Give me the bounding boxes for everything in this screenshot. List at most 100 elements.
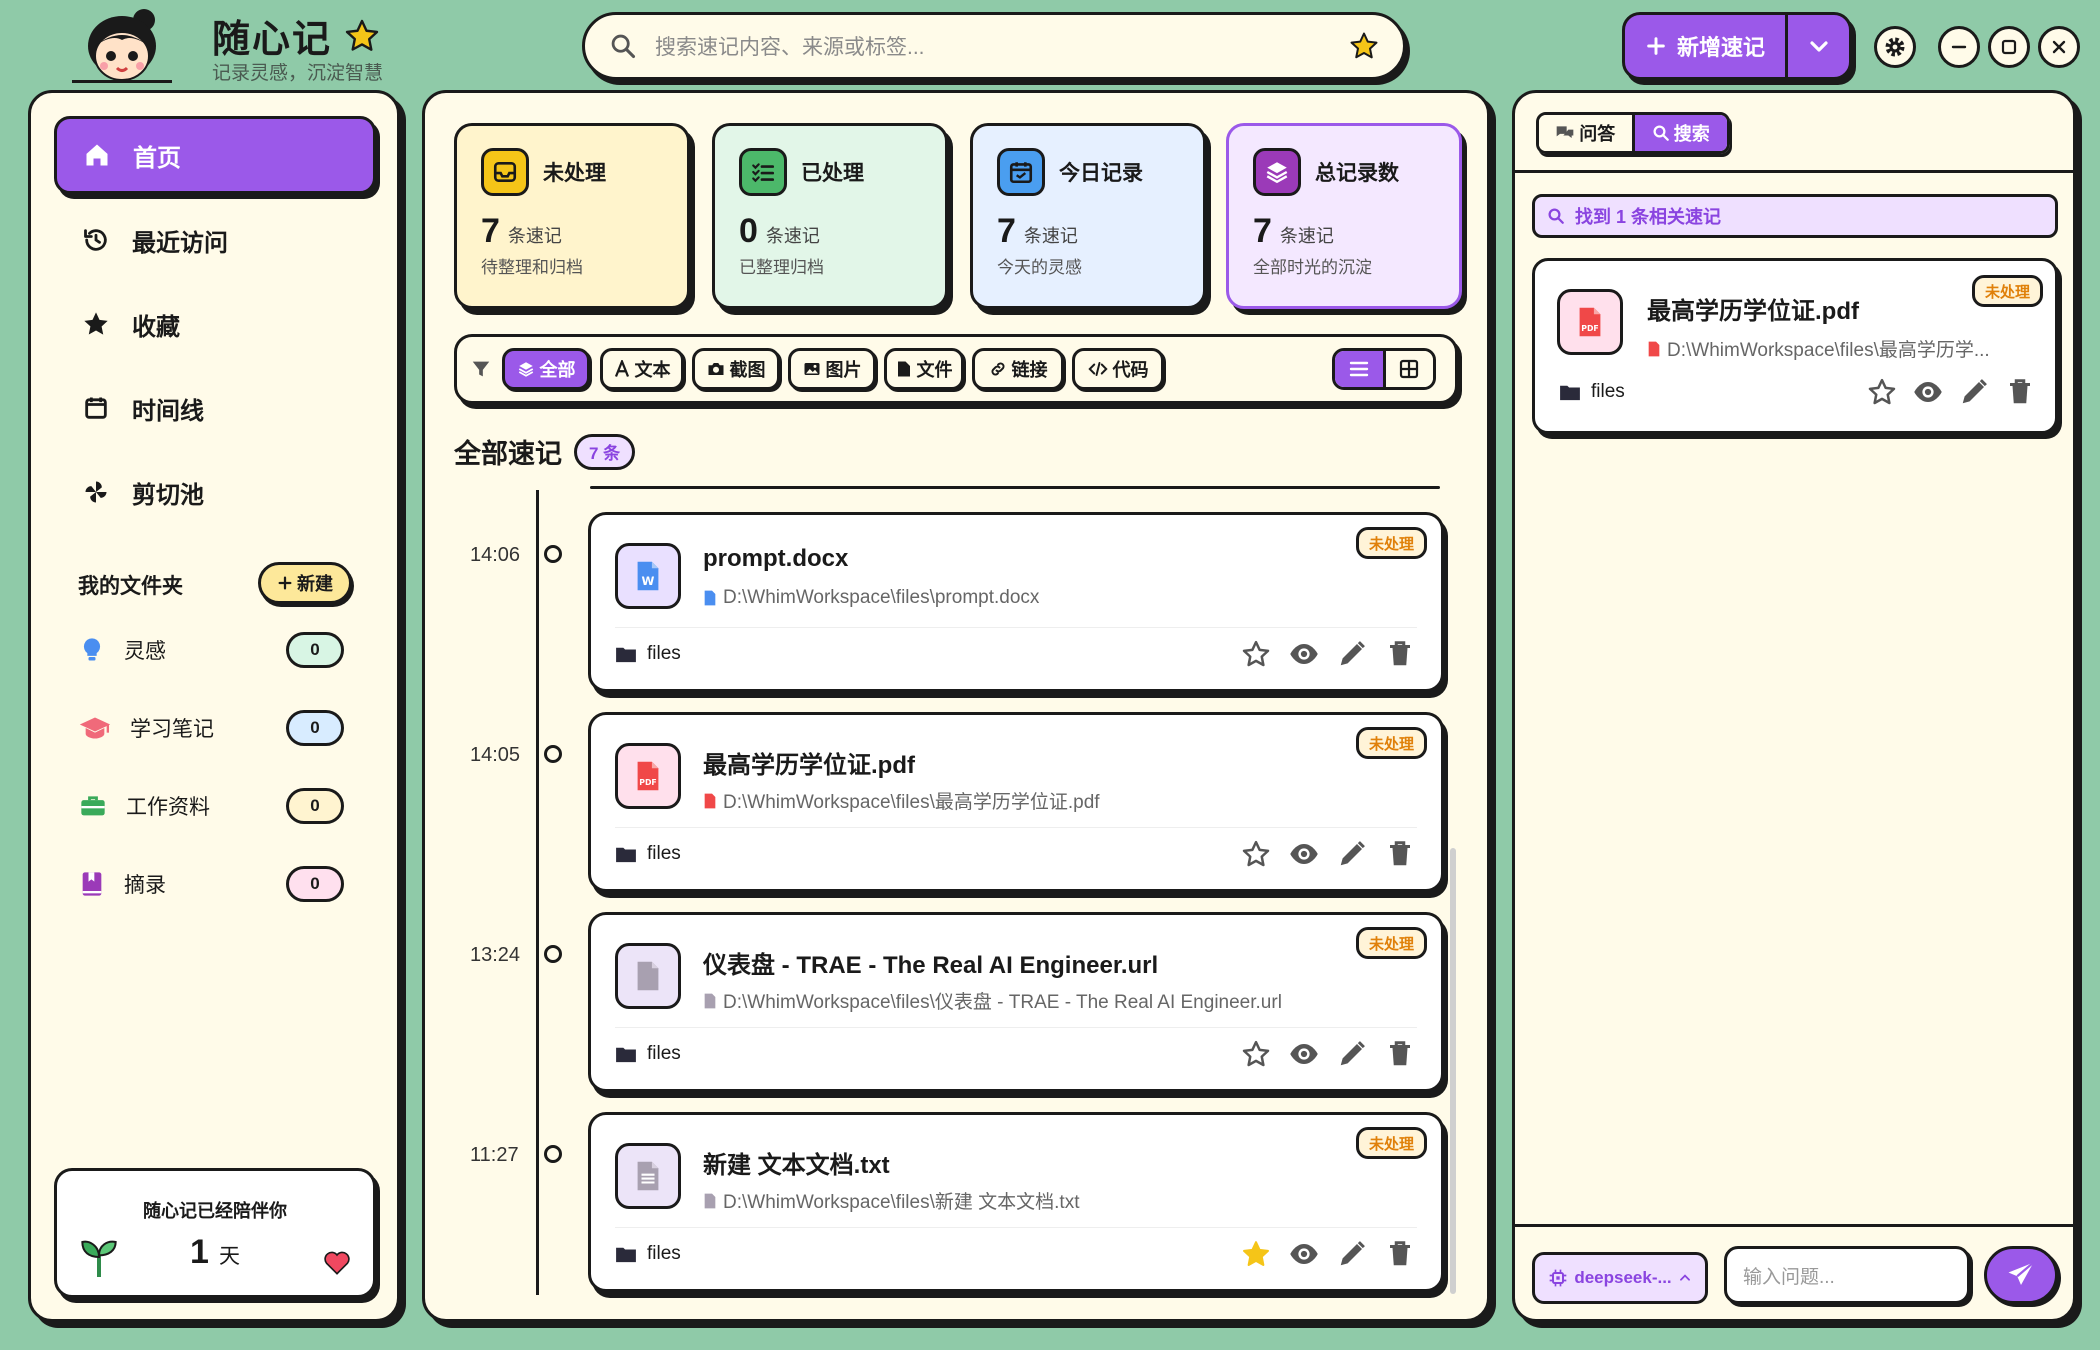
note-folder-name: files (647, 643, 681, 664)
folder-item-excerpts[interactable]: 摘录 (78, 864, 166, 904)
favorite-button[interactable] (1241, 639, 1271, 669)
new-note-dropdown-button[interactable] (1785, 15, 1849, 77)
filter-chip-screenshot[interactable]: 截图 (692, 348, 780, 390)
app-title: 随心记 (212, 8, 380, 63)
eye-icon (1290, 844, 1318, 864)
sidebar-item-recent[interactable]: 最近访问 (82, 220, 228, 260)
folder-name: 灵感 (124, 640, 166, 663)
sidebar-item-favorites[interactable]: 收藏 (82, 304, 180, 344)
plus-icon (277, 575, 293, 591)
model-selector[interactable]: deepseek-... (1532, 1252, 1708, 1304)
stat-value: 7 (997, 212, 1016, 250)
question-input[interactable]: 输入问题... (1724, 1246, 1970, 1304)
filter-icon (470, 358, 492, 380)
view-button[interactable] (1289, 639, 1319, 669)
favorite-button[interactable] (1241, 1239, 1271, 1269)
new-folder-button[interactable]: 新建 (258, 562, 352, 604)
view-button[interactable] (1289, 1239, 1319, 1269)
note-card[interactable]: 仪表盘 - TRAE - The Real AI Engineer.url D:… (588, 912, 1444, 1092)
note-actions (1241, 839, 1415, 869)
sidebar-item-timeline[interactable]: 时间线 (82, 388, 204, 428)
settings-button[interactable] (1874, 26, 1916, 68)
view-button[interactable] (1289, 839, 1319, 869)
delete-button[interactable] (1385, 839, 1415, 869)
stat-unit: 条速记 (1023, 226, 1078, 246)
edit-button[interactable] (1337, 639, 1367, 669)
stat-card-today[interactable]: 今日记录 7 条速记 今天的灵感 (970, 123, 1206, 309)
stat-card-unprocessed[interactable]: 未处理 7 条速记 待整理和归档 (454, 123, 690, 309)
folder-name: 学习笔记 (130, 718, 214, 741)
sidebar-item-home[interactable]: 首页 (54, 116, 376, 194)
stat-card-total[interactable]: 总记录数 7 条速记 全部时光的沉淀 (1226, 123, 1462, 309)
tab-qa[interactable]: 问答 (1539, 115, 1635, 151)
close-button[interactable] (2038, 26, 2080, 68)
favorite-button[interactable] (1241, 1039, 1271, 1069)
filter-chip-link[interactable]: 链接 (972, 348, 1064, 390)
filter-chip-file[interactable]: 文件 (884, 348, 964, 390)
filter-chip-code[interactable]: 代码 (1072, 348, 1164, 390)
note-time: 14:05 (470, 744, 521, 766)
companion-days-unit: 天 (218, 1245, 240, 1268)
stat-unit: 条速记 (507, 226, 562, 246)
search-icon (1653, 125, 1669, 141)
filter-chip-all[interactable]: 全部 (502, 348, 590, 390)
note-card[interactable]: W prompt.docx D:\WhimWorkspace\files\pro… (588, 512, 1444, 692)
minimize-icon (1950, 38, 1968, 56)
search-result-card[interactable]: PDF 最高学历学位证.pdf D:\WhimWorkspace\files\最… (1532, 258, 2058, 434)
timeline-dot (544, 1145, 562, 1163)
new-note-label: 新增速记 (1676, 35, 1765, 60)
gear-icon (1883, 35, 1907, 59)
edit-button[interactable] (1959, 377, 1989, 407)
view-button[interactable] (1913, 377, 1943, 407)
note-path: D:\WhimWorkspace\files\仪表盘 - TRAE - The … (703, 987, 1282, 1014)
link-icon (991, 362, 1004, 376)
home-icon (83, 141, 111, 169)
filter-chip-image[interactable]: 图片 (788, 348, 876, 390)
folder-item-work-materials[interactable]: 工作资料 (78, 786, 210, 826)
svg-text:W: W (642, 574, 655, 588)
card-edge-above (590, 486, 1440, 489)
favorite-button[interactable] (1867, 377, 1897, 407)
search-bar[interactable]: 搜索速记内容、来源或标签... (582, 12, 1406, 80)
delete-button[interactable] (1385, 1039, 1415, 1069)
sidebar-item-clipboard[interactable]: 剪切池 (82, 472, 204, 512)
tab-label: 问答 (1579, 124, 1616, 144)
trash-icon (1390, 841, 1410, 866)
note-title: prompt.docx (703, 545, 849, 572)
timeline-dot (544, 745, 562, 763)
delete-button[interactable] (1385, 639, 1415, 669)
new-note-button[interactable]: 新增速记 (1625, 15, 1785, 77)
status-badge: 未处理 (1355, 1127, 1427, 1159)
scrollbar[interactable] (1450, 848, 1456, 1294)
favorite-star-icon[interactable] (1349, 31, 1379, 61)
plus-icon (1645, 35, 1667, 57)
file-icon (897, 361, 910, 377)
send-button[interactable] (1984, 1246, 2058, 1304)
svg-text:PDF: PDF (639, 778, 657, 787)
list-count-badge: 7 条 (574, 433, 636, 470)
edit-button[interactable] (1337, 1239, 1367, 1269)
filter-chip-text[interactable]: 文本 (600, 348, 684, 390)
favorite-button[interactable] (1241, 839, 1271, 869)
minimize-button[interactable] (1938, 26, 1980, 68)
divider (615, 627, 1417, 628)
tab-search[interactable]: 搜索 (1634, 115, 1727, 151)
search-input[interactable]: 搜索速记内容、来源或标签... (655, 31, 1331, 61)
note-card[interactable]: 新建 文本文档.txt D:\WhimWorkspace\files\新建 文本… (588, 1112, 1444, 1292)
folder-item-inspiration[interactable]: 灵感 (78, 630, 166, 670)
note-folder-name: files (647, 843, 681, 864)
view-button[interactable] (1289, 1039, 1319, 1069)
folder-count: 0 (286, 710, 344, 746)
delete-button[interactable] (1385, 1239, 1415, 1269)
grid-view-button[interactable] (1385, 351, 1433, 387)
sidebar-item-label: 首页 (133, 144, 181, 172)
stat-card-processed[interactable]: 已处理 0 条速记 已整理归档 (712, 123, 948, 309)
delete-button[interactable] (2005, 377, 2035, 407)
maximize-button[interactable] (1988, 26, 2030, 68)
edit-button[interactable] (1337, 839, 1367, 869)
note-card[interactable]: PDF 最高学历学位证.pdf D:\WhimWorkspace\files\最… (588, 712, 1444, 892)
list-view-button[interactable] (1335, 351, 1386, 387)
folders-heading: 我的文件夹 (78, 575, 183, 598)
folder-item-study-notes[interactable]: 学习笔记 (78, 708, 214, 748)
edit-button[interactable] (1337, 1039, 1367, 1069)
